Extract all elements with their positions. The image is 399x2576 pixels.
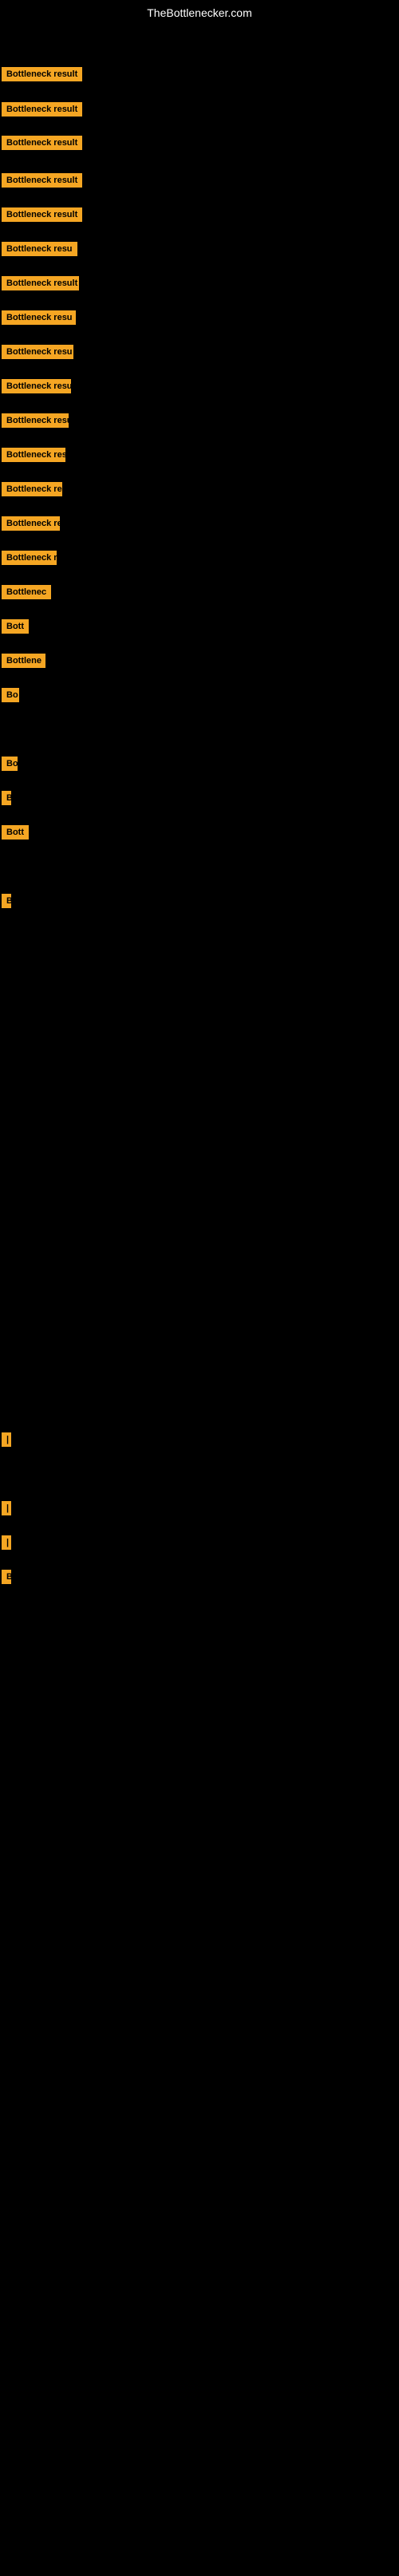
bottleneck-badge: | [2, 1432, 11, 1447]
bottleneck-badge: Bottleneck re [2, 482, 62, 496]
site-title: TheBottlenecker.com [0, 0, 399, 22]
bottleneck-badge: Bo [2, 757, 18, 771]
bottleneck-badge: Bottleneck result [2, 102, 82, 117]
bottleneck-badge: Bottleneck result [2, 67, 82, 81]
bottleneck-badge: B [2, 791, 11, 805]
bottleneck-badge: Bottleneck result [2, 276, 79, 290]
bottleneck-badge: Bottleneck res [2, 448, 65, 462]
bottleneck-badge: B [2, 894, 11, 908]
bottleneck-badge: Bottleneck resu [2, 310, 76, 325]
bottleneck-badge: Bottleneck re [2, 551, 57, 565]
bottleneck-badge: Bottleneck resu [2, 242, 77, 256]
bottleneck-badge: Bottleneck resu [2, 413, 69, 428]
bottleneck-badge: Bottleneck resu [2, 345, 73, 359]
bottleneck-badge: Bo [2, 688, 19, 702]
bottleneck-badge: Bottleneck resu [2, 379, 71, 393]
bottleneck-badge: B [2, 1570, 11, 1584]
bottleneck-badge: Bott [2, 825, 29, 840]
bottleneck-badge: Bottlenec [2, 585, 51, 599]
bottleneck-badge: Bottleneck result [2, 207, 82, 222]
bottleneck-badge: Bottleneck res [2, 516, 60, 531]
bottleneck-badge: | [2, 1501, 11, 1515]
bottleneck-badge: Bott [2, 619, 29, 634]
bottleneck-badge: Bottleneck result [2, 173, 82, 188]
bottleneck-badge: Bottlene [2, 654, 45, 668]
bottleneck-badge: | [2, 1535, 11, 1550]
bottleneck-badge: Bottleneck result [2, 136, 82, 150]
